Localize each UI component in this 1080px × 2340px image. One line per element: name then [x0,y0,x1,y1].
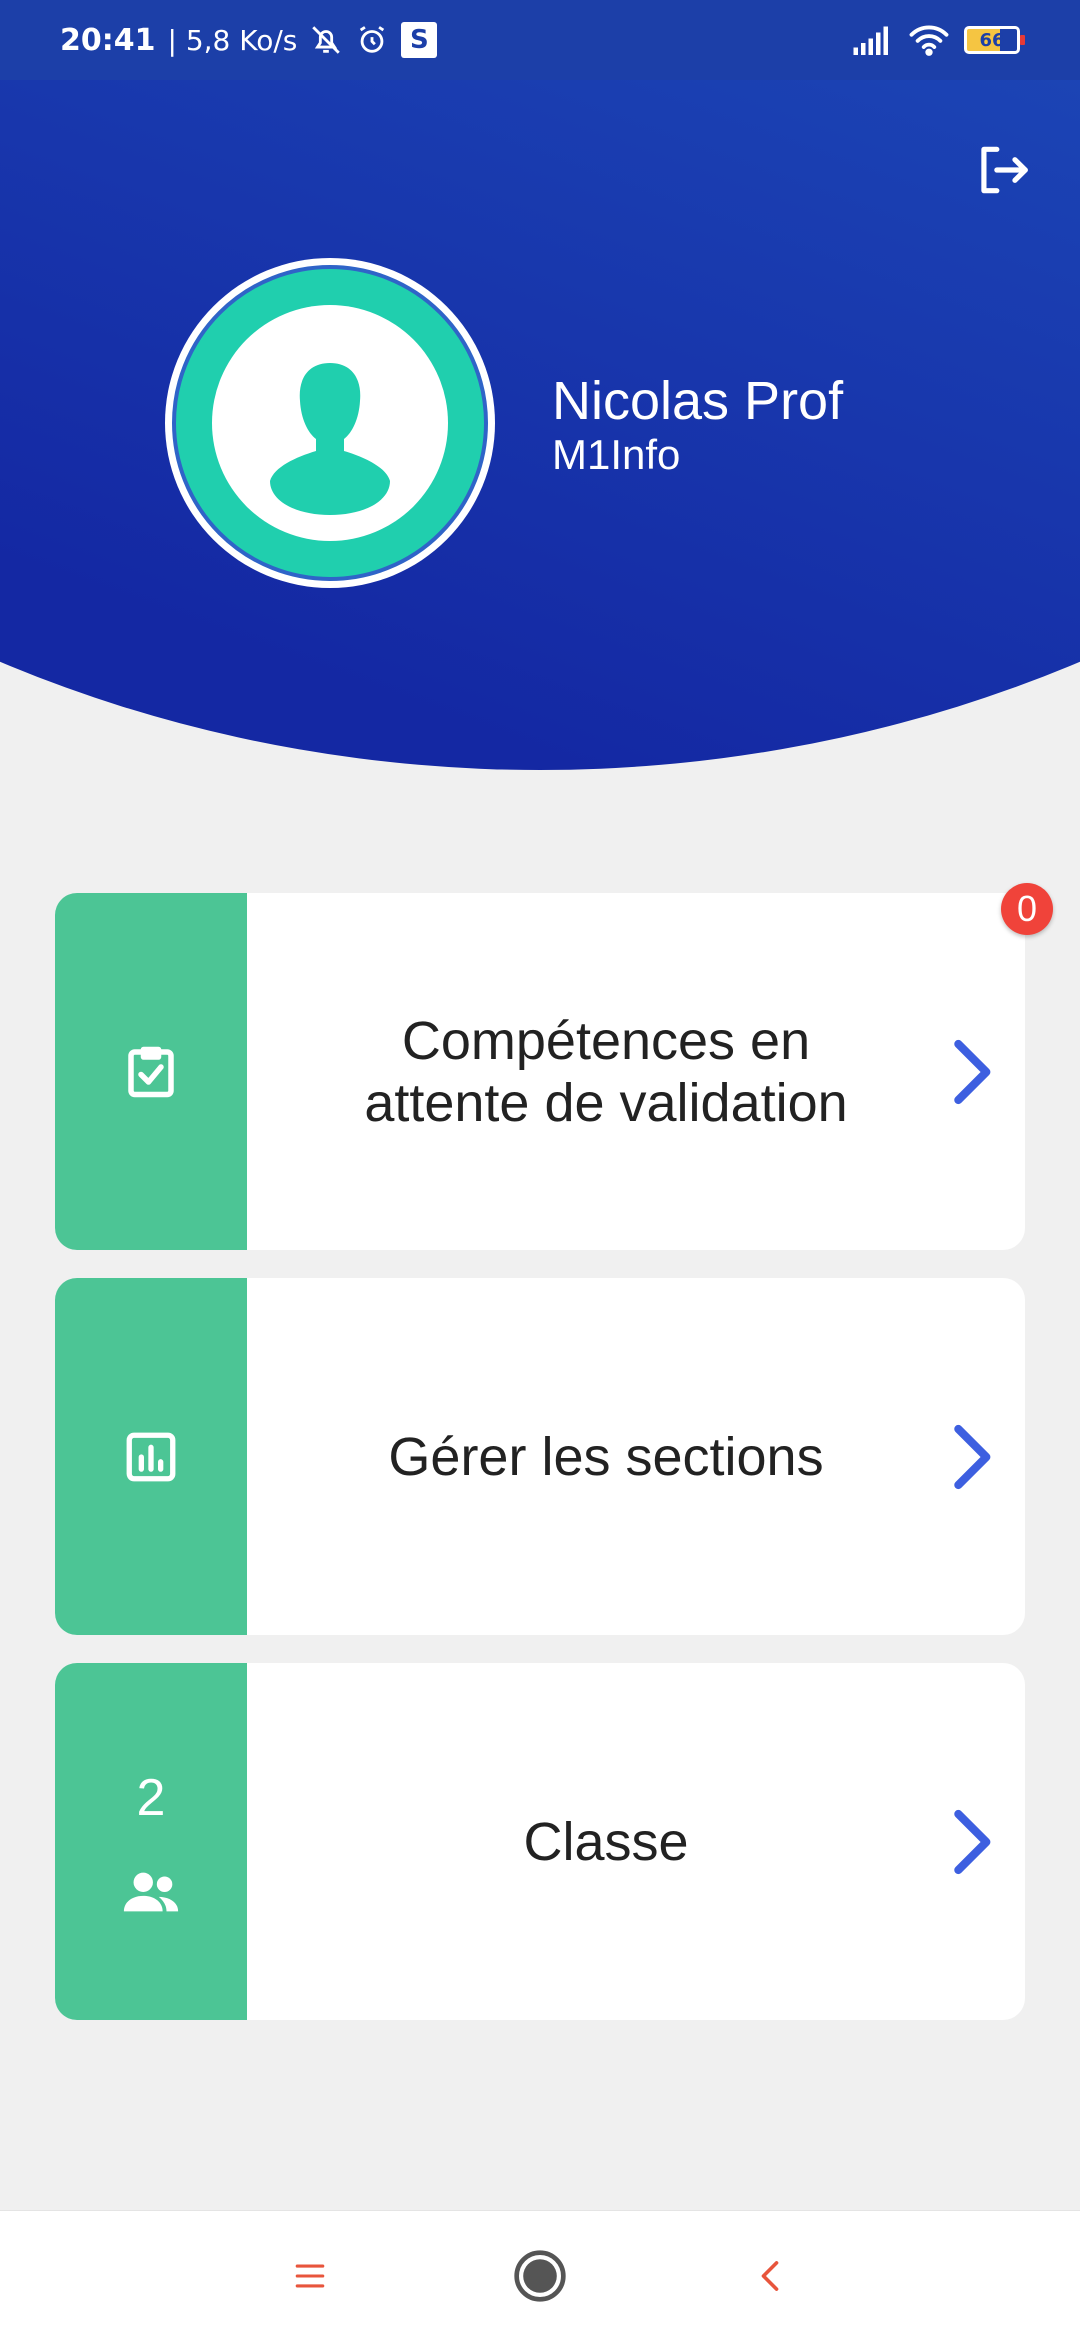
network-speed: | 5,8 Ko/s [167,23,298,57]
system-nav-bar [0,2210,1080,2340]
logout-icon [981,146,1028,194]
student-count: 2 [136,1768,166,1827]
bell-off-icon [312,26,341,54]
card-side-panel: 2 [55,1663,247,2020]
user-silhouette-icon [270,363,390,515]
s-app-icon: S [401,22,438,58]
card-body: Classe [247,1663,1025,2020]
battery-icon: 66 [964,26,1025,54]
pending-validation-card[interactable]: Compétences en attente de validation 0 [55,883,1053,1250]
menu-icon [295,2264,325,2287]
back-icon [761,2260,779,2291]
status-time: 20:41 [60,22,156,58]
logout-button[interactable] [962,130,1042,210]
avatar-ring [172,265,488,581]
battery-level: 66 [979,29,1005,51]
avatar-inner [212,305,448,541]
home-button[interactable] [500,2236,580,2316]
card-side-panel [55,1278,247,1635]
back-button[interactable] [730,2236,810,2316]
avatar [165,258,495,588]
user-class: M1Info [552,431,681,478]
alarm-icon [360,26,385,53]
card-label: Gérer les sections [388,1426,824,1487]
card-body: Gérer les sections [247,1278,1025,1635]
wifi-icon [909,25,949,56]
status-bar: 20:41 | 5,8 Ko/s S 66 [0,0,1080,80]
class-card[interactable]: 2 Classe [55,1663,1025,2020]
group-icon [123,1872,179,1911]
card-side-panel [55,893,247,1250]
chevron-right-icon [954,1039,991,1104]
notification-badge: 0 [1001,883,1053,935]
card-body: Compétences en attente de validation [247,893,1025,1250]
bar-chart-icon [126,1432,176,1481]
home-circle-icon [514,2249,566,2302]
card-label: Compétences en attente de validation [364,1010,848,1133]
chevron-right-icon [954,1809,991,1874]
clipboard-check-icon [128,1046,174,1097]
menu-button[interactable] [270,2236,350,2316]
manage-sections-card[interactable]: Gérer les sections [55,1278,1025,1635]
signal-icon [853,26,888,55]
user-name: Nicolas Prof [552,371,844,431]
card-label: Classe [523,1811,689,1872]
profile-header: Nicolas Prof M1Info [0,0,1080,770]
chevron-right-icon [954,1424,991,1489]
header-background [0,0,1080,770]
